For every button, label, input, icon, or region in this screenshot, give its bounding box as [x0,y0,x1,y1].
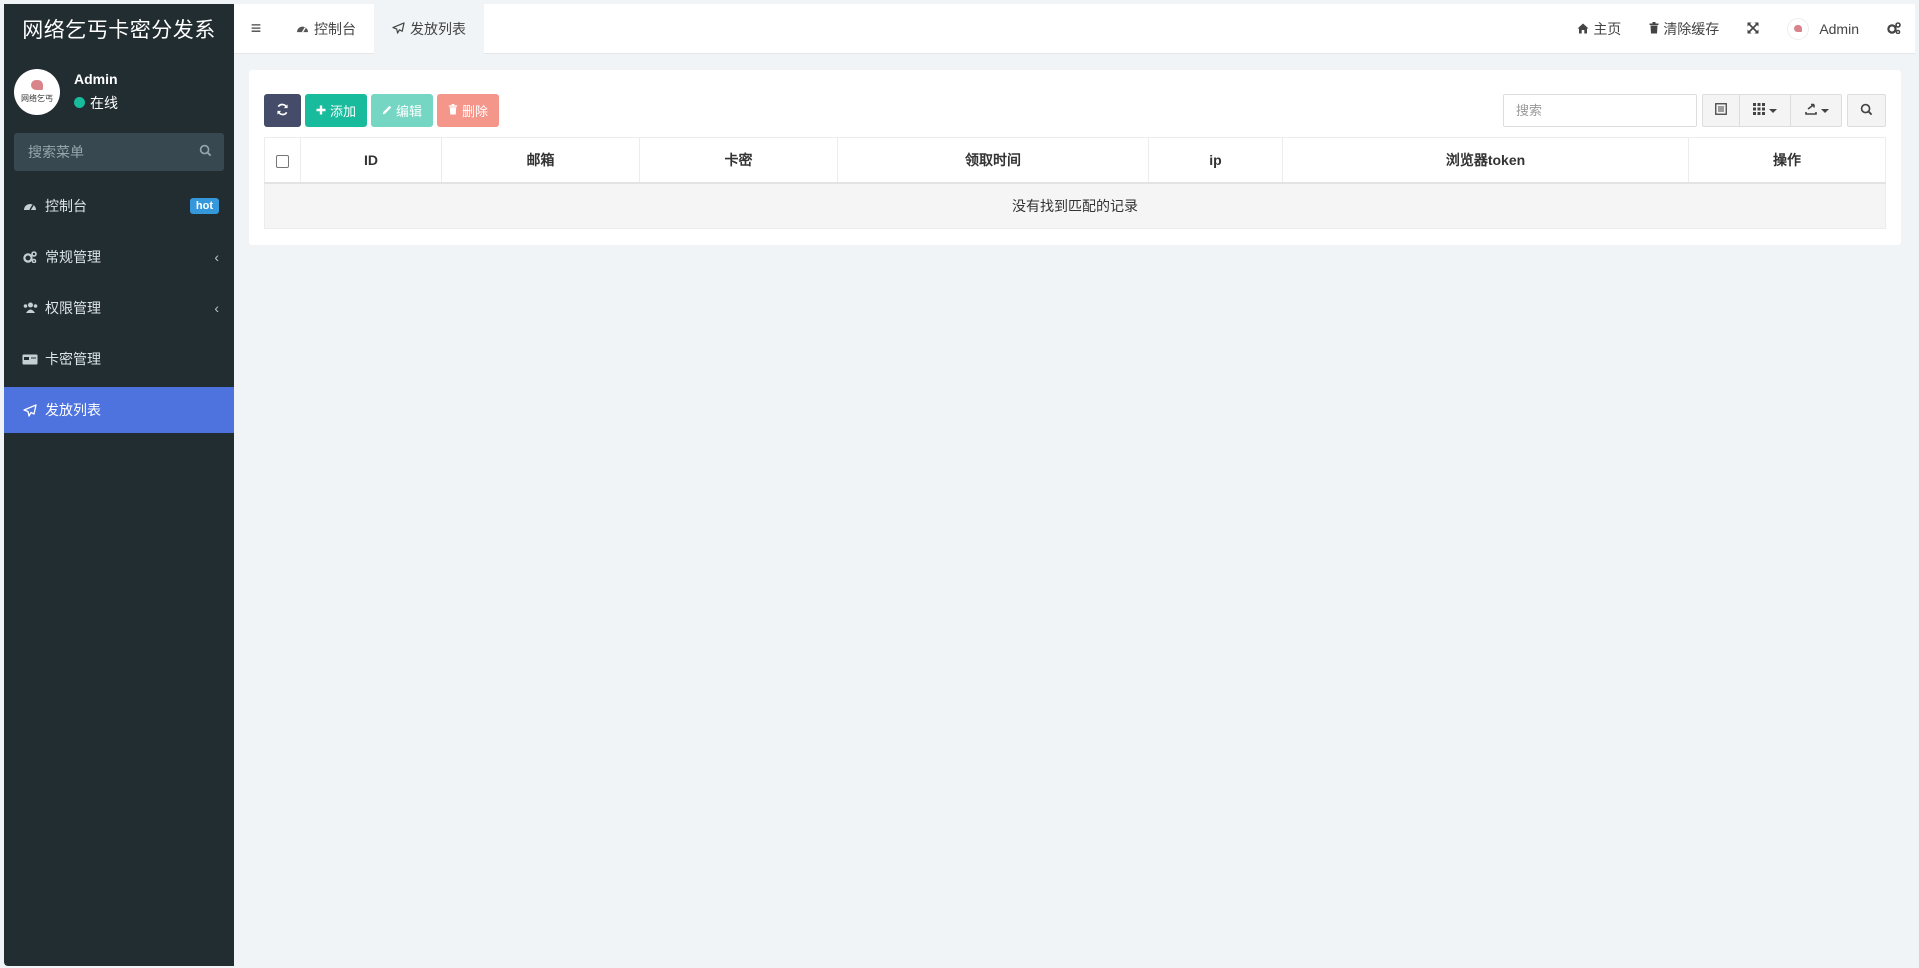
search-icon[interactable] [199,144,212,160]
chevron-left-icon: ‹ [214,300,219,316]
content-panel: 添加 编辑 删除 搜索 ID 邮箱 卡密 领取时间 ip 浏览器token 操作… [249,70,1901,245]
avatar-text: 网络乞丐 [21,93,53,103]
dashboard-icon [21,200,39,212]
select-all-cell [264,137,301,184]
cogs-icon [21,251,39,263]
card-icon [21,354,39,365]
table-tools [1503,94,1886,127]
table-header-row: ID 邮箱 卡密 领取时间 ip 浏览器token 操作 [264,137,1886,184]
column-header-token[interactable]: 浏览器token [1282,137,1689,184]
sidebar-item-label: 卡密管理 [45,351,101,367]
tab-distribution[interactable]: 发放列表 [374,3,484,54]
search-button[interactable] [1847,94,1886,127]
column-header-time[interactable]: 领取时间 [837,137,1149,184]
user-status: 在线 [74,93,118,113]
sidebar-item-label: 控制台 [45,198,87,214]
edit-label: 编辑 [396,104,423,119]
clear-cache-label: 清除缓存 [1663,20,1720,37]
column-header-email[interactable]: 邮箱 [441,137,640,184]
list-view-icon [1715,103,1727,118]
caret-down-icon [1820,108,1829,113]
avatar [1787,17,1810,40]
sidebar-item-permissions[interactable]: 权限管理 ‹ [4,285,234,331]
sidebar-menu: 控制台 hot 常规管理 ‹ 权限管理 ‹ 卡密管理 发放列表 [4,183,234,433]
export-button[interactable] [1791,94,1842,127]
delete-button[interactable]: 删除 [437,94,500,127]
chevron-left-icon: ‹ [214,249,219,265]
pencil-icon [382,103,392,118]
select-all-checkbox[interactable] [276,154,289,168]
column-header-id[interactable]: ID [300,137,442,184]
dashboard-icon [296,21,309,37]
logo-bird-icon [31,79,43,90]
table-search-input[interactable] [1503,94,1697,127]
avatar: 网络乞丐 [14,68,60,115]
user-panel: 网络乞丐 Admin 在线 [4,54,234,129]
refresh-button[interactable] [264,94,301,127]
trash-icon [448,103,458,118]
sidebar-item-dashboard[interactable]: 控制台 hot [4,183,234,229]
user-name: Admin [74,70,118,87]
table-toolbar: 添加 编辑 删除 [264,94,500,127]
sidebar-item-label: 常规管理 [45,249,101,265]
view-button-group [1702,94,1842,127]
settings-button[interactable] [1873,4,1915,54]
add-button[interactable]: 添加 [305,94,368,127]
export-icon [1804,103,1817,118]
home-icon [1577,21,1589,37]
add-label: 添加 [330,104,357,119]
plus-icon [316,103,326,118]
fullscreen-button[interactable] [1733,4,1773,54]
menu-search-input[interactable] [26,143,176,161]
sidebar-item-general[interactable]: 常规管理 ‹ [4,234,234,280]
edit-button[interactable]: 编辑 [371,94,434,127]
sidebar-item-distribution[interactable]: 发放列表 [4,387,234,433]
column-header-ip[interactable]: ip [1148,137,1283,184]
caret-down-icon [1769,108,1777,113]
home-label: 主页 [1593,20,1622,37]
menu-toggle-icon[interactable]: ≡ [234,4,278,54]
cogs-icon [1887,21,1901,37]
expand-icon [1747,21,1759,37]
sidebar-item-label: 发放列表 [45,402,101,418]
empty-row: 没有找到匹配的记录 [264,182,1886,229]
sidebar-item-cards[interactable]: 卡密管理 [4,336,234,382]
sidebar: 网络乞丐卡密分发系 网络乞丐 Admin 在线 控制台 hot [4,4,234,966]
columns-button[interactable] [1740,94,1791,127]
tab-label: 发放列表 [410,20,466,37]
home-link[interactable]: 主页 [1563,4,1635,54]
top-navbar: ≡ 控制台 发放列表 主页 清除缓存 Admin [234,3,1915,54]
user-status-text: 在线 [90,94,118,111]
column-header-actions: 操作 [1688,137,1886,184]
online-dot-icon [74,97,85,108]
empty-message: 没有找到匹配的记录 [264,182,1886,229]
tab-dashboard[interactable]: 控制台 [278,4,374,54]
user-menu-label: Admin [1819,20,1859,37]
delete-label: 删除 [462,104,489,119]
clear-cache-link[interactable]: 清除缓存 [1635,4,1733,54]
menu-search [14,133,224,171]
data-table: ID 邮箱 卡密 领取时间 ip 浏览器token 操作 没有找到匹配的记录 [264,137,1886,229]
paper-plane-icon [21,403,39,417]
trash-icon [1649,21,1659,37]
refresh-icon [276,103,289,119]
grid-icon [1753,103,1765,118]
column-header-card[interactable]: 卡密 [639,137,838,184]
sidebar-item-label: 权限管理 [45,300,101,316]
users-icon [21,302,39,314]
paper-plane-icon [392,21,405,37]
search-icon [1860,103,1873,119]
hot-badge: hot [189,198,219,214]
user-menu[interactable]: Admin [1773,4,1873,54]
tab-label: 控制台 [314,20,356,37]
toggle-view-button[interactable] [1702,94,1740,127]
app-title[interactable]: 网络乞丐卡密分发系 [4,4,234,54]
